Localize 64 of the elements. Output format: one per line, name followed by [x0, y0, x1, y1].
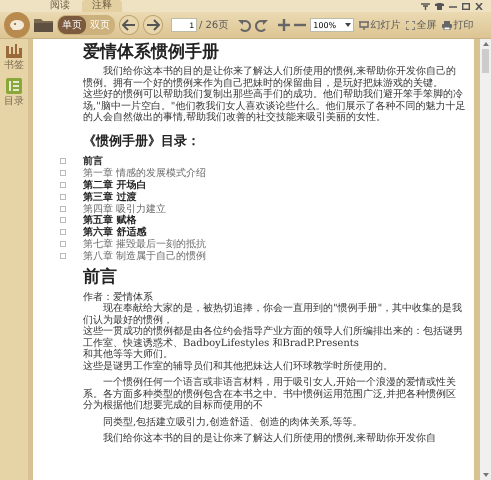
toc-entry[interactable]: 第二章 开场白 [83, 178, 146, 192]
previous-page-button[interactable] [119, 15, 139, 35]
rotate-left-icon[interactable] [238, 18, 252, 32]
toc-entry[interactable]: 第七章 摧毁最后一刻的抵抗 [83, 236, 206, 251]
checkbox-icon [60, 217, 66, 224]
scroll-down-icon[interactable] [482, 473, 488, 477]
checkbox-icon [60, 182, 66, 188]
paragraph: 和其他等等大师们。 [83, 349, 174, 360]
paragraph: 这些是谜男工作室的辅导员们和其他把妹达人们环球教学时所使用的。 [83, 360, 394, 372]
app-logo-icon[interactable] [4, 12, 30, 38]
left-arrow-icon [122, 19, 136, 31]
bookmark-icon [6, 44, 22, 58]
sidebar-item[interactable]: 目录 [3, 77, 25, 109]
paragraph: 这些好的惯例可以帮助我们复制出那些高手们的成功。他们帮助我们避开笨手笨脚的冷场,"脑中一片空白。"他们教我们女人喜欢谈论些什么。他们展示了各种不同的魅力十足的人会自然做出的事情,帮助我们改善的社交技能来吸引美丽的女性。 [83, 89, 466, 124]
checkbox-icon [60, 194, 66, 200]
toc-entry[interactable]: 第一章 情感的发展模式介绍 [83, 166, 206, 180]
zoom-in-icon[interactable] [278, 19, 290, 31]
fullscreen-icon [406, 20, 416, 30]
mode-tab[interactable]: 阅读 [40, 0, 80, 12]
slideshow-button[interactable]: 幻灯片 [358, 18, 402, 32]
folder-icon[interactable] [34, 18, 53, 32]
list-icon [6, 78, 22, 94]
paragraph: 现在奉献给大家的是，被热切追捧，你会一直用到的"惯例手册"，其中收集的是我们认为最好的惯例， [83, 303, 464, 326]
toc-entry[interactable]: 第八章 制造属于自己的惯例 [83, 248, 206, 263]
page-number-field[interactable]: 1 [171, 18, 197, 32]
next-page-button[interactable] [143, 15, 163, 35]
toc-entry[interactable]: 前言 [83, 154, 103, 168]
scroll-up-icon[interactable] [482, 42, 488, 46]
toc-entry[interactable]: 第六章 舒适感 [83, 225, 146, 240]
sidebar-item[interactable]: 书签 [3, 43, 25, 73]
checkbox-icon [60, 240, 66, 247]
rotate-right-icon[interactable] [255, 18, 268, 32]
section-heading: 前言 [83, 266, 118, 288]
checkbox-icon [60, 170, 66, 176]
fullscreen-button[interactable]: 全屏 [405, 18, 438, 32]
paragraph: 这些一贯成功的惯例都是由各位约会指导产业方面的领导人们所编排出来的：包括谜男工作室、快速诱惑术、BadboyLifestyles 和BradP.Presents [83, 326, 464, 349]
paragraph: 同类型,包括建立吸引力,创造舒适、创造的肉体关系,等等。 [102, 416, 364, 428]
paragraph: 作者：爱情体系 [83, 292, 154, 303]
print-button[interactable]: 打印 [441, 18, 474, 32]
shirt-icon[interactable] [435, 2, 444, 10]
toc-entry[interactable]: 第三章 过渡 [83, 190, 136, 204]
paragraph: 一个惯例任何一个语言或非语言材料，用于吸引女人,开始一个浪漫的爱情或性关系。各方面多种类型的惯例包含在本书之中。书中惯例运用范围广泛,并把各种惯例区分为根据他们想要完成的目标而使用的不 [83, 377, 458, 412]
pin-icon[interactable] [421, 2, 430, 10]
toc-entry[interactable]: 第五章 赋格 [83, 213, 136, 228]
close-icon[interactable] [475, 2, 483, 10]
maximize-icon[interactable] [462, 2, 470, 10]
checkbox-icon [60, 158, 66, 164]
scrollbar-thumb[interactable] [482, 49, 489, 73]
page-total: / 26页 [199, 19, 228, 32]
checkbox-icon [60, 229, 66, 236]
printer-icon [442, 20, 452, 30]
right-arrow-icon [146, 19, 160, 31]
checkbox-icon [60, 206, 66, 212]
projector-icon [359, 20, 370, 30]
view-mode-button[interactable]: 单页 [58, 16, 86, 34]
paragraph: 我们给你这本书的目的是让你来了解达人们所使用的惯例,来帮助你开发你自己的惯例。拥有一个好的惯例来作为自己把妹时的保留曲目，是玩好把妹游戏的关键。 [83, 66, 458, 88]
toc-heading: 《惯例手册》目录： [83, 132, 201, 150]
document-title: 爱情体系惯例手册 [83, 41, 220, 63]
scrollbar[interactable] [480, 39, 491, 480]
caret-icon [345, 23, 352, 27]
paragraph: 我们给你这本书的目的是让你来了解达人们所使用的惯例,来帮助你开发你自 [102, 433, 438, 445]
toc-entry[interactable]: 第四章 吸引力建立 [83, 202, 166, 216]
zoom-dropdown[interactable]: 100% [310, 18, 354, 32]
checkbox-icon [60, 252, 66, 259]
